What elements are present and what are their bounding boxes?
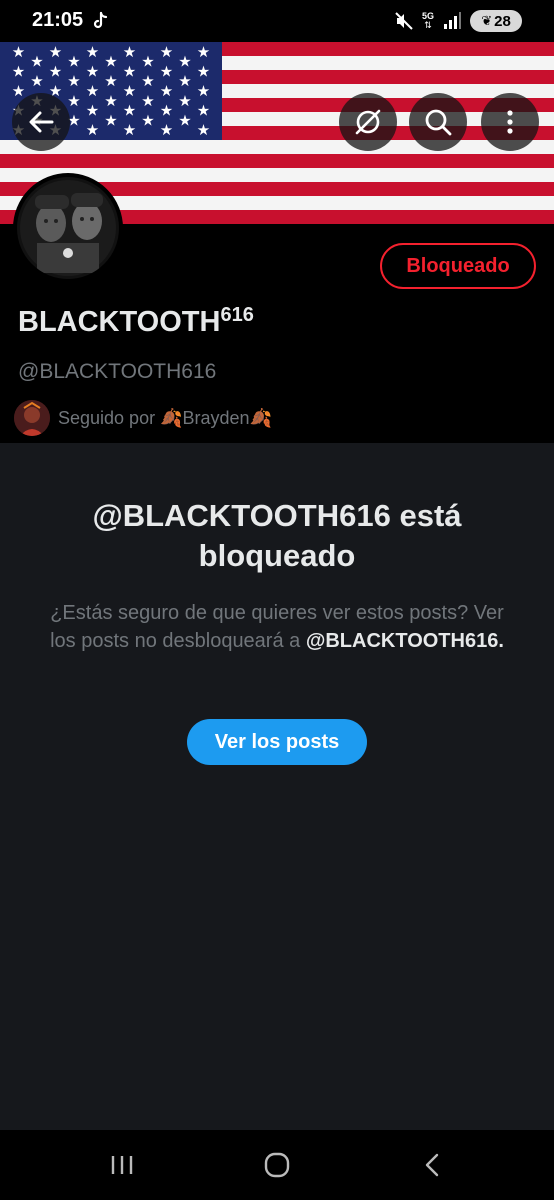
flag-star: ★ [197,102,210,120]
flag-star: ★ [86,82,99,100]
flag-star: ★ [104,92,117,110]
flag-star: ★ [141,72,154,90]
mute-icon [395,12,413,30]
flag-star: ★ [86,121,99,139]
follower-avatar [14,400,50,436]
more-vertical-icon [507,110,513,134]
flag-star: ★ [141,92,154,110]
flag-star: ★ [12,82,25,100]
flag-star: ★ [123,121,136,139]
flag-stripe [0,154,554,169]
flag-star: ★ [178,92,191,110]
tiktok-icon [93,11,108,29]
flag-star: ★ [160,43,173,61]
flag-star: ★ [178,72,191,90]
recents-button[interactable] [102,1147,142,1183]
flag-star: ★ [30,53,43,71]
display-name-superscript: 616 [220,304,254,326]
flag-star: ★ [104,53,117,71]
flag-star: ★ [123,43,136,61]
flag-star: ★ [178,111,191,129]
flag-star: ★ [123,102,136,120]
flag-star: ★ [197,43,210,61]
flag-star: ★ [86,62,99,80]
status-icons: 5G ⇅ ❦ 28 [394,10,522,32]
flag-star: ★ [104,111,117,129]
flag-star: ★ [67,53,80,71]
display-name-text: BLACKTOOTH [18,306,221,338]
back-icon [425,1153,439,1177]
status-time: 21:05 [32,9,84,31]
battery-icon: ❦ 28 [470,10,522,32]
flag-star: ★ [141,53,154,71]
blocked-notice-body: ¿Estás seguro de que quieres ver estos p… [40,599,514,655]
flag-star: ★ [49,43,62,61]
more-options-button[interactable] [481,93,539,151]
flag-star: ★ [197,82,210,100]
flag-star: ★ [12,43,25,61]
data-arrows-icon: ⇅ [424,20,432,30]
back-arrow-icon [29,111,54,133]
flag-star: ★ [141,111,154,129]
system-nav-bar [0,1130,554,1200]
recents-icon [111,1156,133,1174]
followed-by-text: Seguido por 🍂Brayden🍂 [58,407,272,428]
flag-star: ★ [67,72,80,90]
follower-avatar-image [14,400,50,436]
flag-star: ★ [86,102,99,120]
search-icon [425,109,452,136]
flag-star: ★ [12,62,25,80]
flag-star: ★ [86,43,99,61]
profile-display-name: BLACKTOOTH616 [18,304,254,339]
flag-star: ★ [123,82,136,100]
profile-avatar[interactable] [13,173,123,283]
flag-star: ★ [30,72,43,90]
charging-leaf-icon: ❦ [481,13,493,28]
grok-icon [355,109,381,135]
view-posts-button[interactable]: Ver los posts [187,719,367,765]
flag-star: ★ [178,53,191,71]
profile-handle: @BLACKTOOTH616 [18,360,217,383]
flag-star: ★ [123,62,136,80]
flag-star: ★ [49,62,62,80]
back-button[interactable] [12,93,70,151]
flag-star: ★ [160,62,173,80]
flag-star: ★ [160,82,173,100]
flag-star: ★ [197,121,210,139]
avatar-image [17,177,119,279]
flag-star: ★ [197,62,210,80]
flag-star: ★ [67,92,80,110]
flag-star: ★ [160,121,173,139]
followed-by-row[interactable]: Seguido por 🍂Brayden🍂 [14,400,272,436]
status-bar: 21:05 5G ⇅ ❦ 28 [0,0,554,42]
grok-button[interactable] [339,93,397,151]
flag-stripe [0,140,554,155]
blocked-notice-handle: @BLACKTOOTH616. [305,630,504,652]
network-indicator: 5G ⇅ [422,12,434,30]
blocked-button[interactable]: Bloqueado [380,243,536,289]
blocked-notice-title: @BLACKTOOTH616 está bloqueado [92,498,462,573]
home-icon [264,1152,290,1178]
flag-star: ★ [104,72,117,90]
battery-level: 28 [494,12,511,30]
back-nav-button[interactable] [412,1147,452,1183]
signal-icon [444,12,461,29]
search-button[interactable] [409,93,467,151]
home-button[interactable] [257,1147,297,1183]
flag-star: ★ [160,102,173,120]
